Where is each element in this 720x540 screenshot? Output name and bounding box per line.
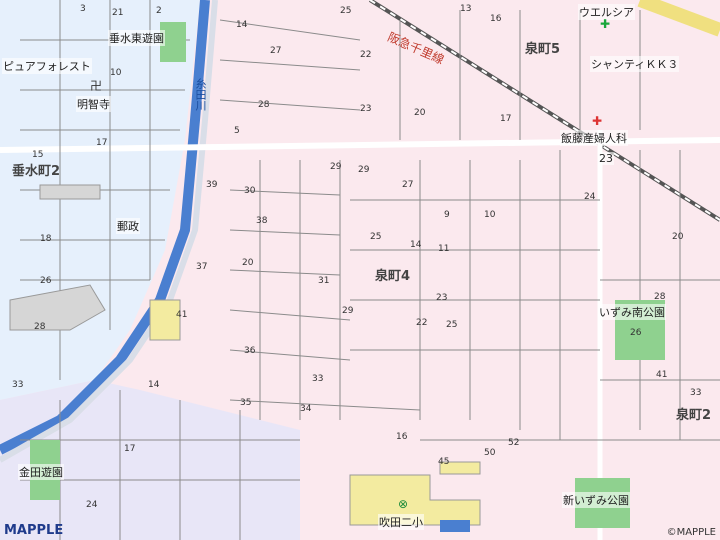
block-number: 45 (438, 457, 450, 467)
block-number: 25 (446, 320, 458, 330)
poi-izumi-south-park[interactable]: いずみ南公園 (598, 304, 666, 320)
district-izumi5: 泉町5 (525, 42, 561, 57)
block-number: 27 (402, 180, 414, 190)
block-number: 14 (236, 20, 248, 30)
block-number: 50 (484, 448, 496, 458)
block-number: 11 (438, 244, 450, 254)
school-icon: ⊗ (398, 497, 409, 511)
block-number: 21 (112, 8, 124, 18)
block-number: 41 (176, 310, 188, 320)
block-number: 10 (484, 210, 496, 220)
district-tarumi2: 垂水町2 (12, 164, 61, 179)
block-number: 20 (242, 258, 254, 268)
block-number: 23 (360, 104, 372, 114)
block-number: 29 (342, 306, 354, 316)
block-number: 15 (32, 150, 44, 160)
block-number: 52 (508, 438, 520, 448)
poi-new-izumi-park[interactable]: 新いずみ公園 (562, 492, 630, 508)
mapple-logo: MAPPLE (4, 523, 64, 538)
block-number: 28 (258, 100, 270, 110)
pharmacy-icon: ✚ (600, 17, 611, 31)
block-number: 33 (312, 374, 324, 384)
block-number: 27 (270, 46, 282, 56)
block-number: 36 (244, 346, 256, 356)
block-number: 14 (148, 380, 160, 390)
river-label: 糸田川 (194, 78, 207, 111)
block-number: 24 (86, 500, 98, 510)
block-number: 16 (490, 14, 502, 24)
block-number: 16 (396, 432, 408, 442)
block-number: 39 (206, 180, 218, 190)
hospital-icon: ✚ (592, 114, 603, 128)
block-number: 17 (124, 444, 136, 454)
block-number: 31 (318, 276, 330, 286)
block-number: 25 (370, 232, 382, 242)
block-number: 10 (110, 68, 122, 78)
block-number: 28 (34, 322, 46, 332)
map-canvas[interactable]: 垂水町2 泉町5 泉町4 泉町2 阪急千里線 糸田川 ウエルシア ✚ シャンティ… (0, 0, 720, 540)
block-number: 37 (196, 262, 208, 272)
block-number: 28 (654, 292, 666, 302)
poi-tarumi-east-park[interactable]: 垂水東遊園 (108, 30, 165, 46)
block-number: 41 (656, 370, 668, 380)
block-number: 24 (584, 192, 596, 202)
district-izumi2: 泉町2 (676, 408, 712, 423)
block-number: 35 (240, 398, 252, 408)
block-number: 25 (340, 6, 352, 16)
temple-icon: 卍 (90, 79, 103, 93)
block-number: 29 (358, 165, 370, 175)
poi-suita2-school[interactable]: 吹田二小 (378, 514, 424, 530)
block-number: 26 (40, 276, 52, 286)
poi-kaneda-park[interactable]: 金田遊園 (18, 464, 64, 480)
block-number: 3 (80, 4, 86, 14)
block-number: 22 (360, 50, 372, 60)
block-number: 5 (234, 126, 240, 136)
map-base (0, 0, 720, 540)
block-number: 38 (256, 216, 268, 226)
block-number: 33 (12, 380, 24, 390)
block-number: 26 (630, 328, 642, 338)
block-number: 22 (416, 318, 428, 328)
block-number: 29 (330, 162, 342, 172)
block-number: 33 (690, 388, 702, 398)
block-number: 20 (672, 232, 684, 242)
route-sign-23: 23 (598, 152, 614, 165)
block-number: 20 (414, 108, 426, 118)
poi-meisho-temple[interactable]: 明智寺 (76, 96, 111, 112)
block-number: 9 (444, 210, 450, 220)
block-number: 18 (40, 234, 52, 244)
block-number: 17 (500, 114, 512, 124)
block-number: 2 (156, 6, 162, 16)
poi-saito-clinic[interactable]: 飯藤産婦人科 (560, 130, 628, 146)
poi-sunshine[interactable]: シャンティＫＫ３ (590, 56, 680, 72)
block-number: 30 (244, 186, 256, 196)
district-izumi4: 泉町4 (375, 269, 411, 284)
block-number: 14 (410, 240, 422, 250)
block-number: 13 (460, 4, 472, 14)
block-number: 17 (96, 138, 108, 148)
poi-piano-forest[interactable]: ピュアフォレスト (2, 58, 92, 74)
block-number: 23 (436, 293, 448, 303)
poi-post[interactable]: 郵政 (116, 218, 140, 234)
copyright-text: ©MAPPLE (666, 527, 716, 538)
block-number: 34 (300, 404, 312, 414)
